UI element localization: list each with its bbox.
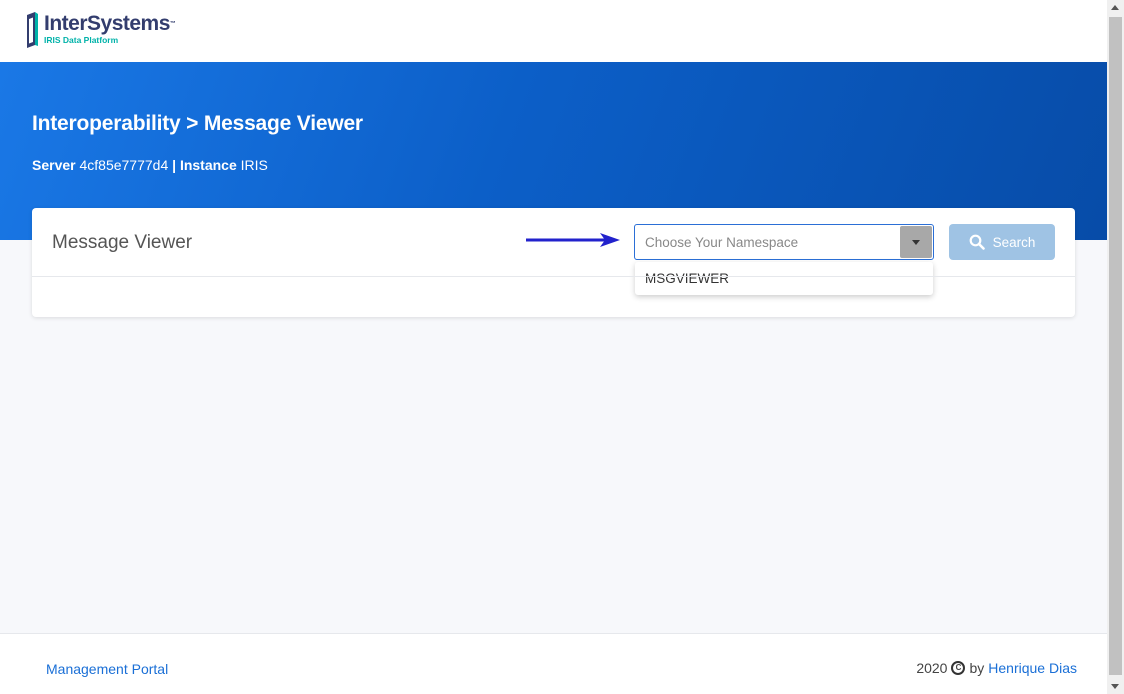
search-button[interactable]: Search: [949, 224, 1055, 260]
card-title: Message Viewer: [52, 232, 193, 253]
instance-value: IRIS: [240, 157, 268, 173]
server-value: 4cf85e7777d4: [79, 157, 169, 173]
namespace-dropdown-menu: MSGVIEWER: [635, 262, 933, 295]
namespace-dropdown-toggle[interactable]: [900, 226, 932, 258]
namespace-select-placeholder: Choose Your Namespace: [645, 235, 799, 250]
logo-subtitle: IRIS Data Platform: [44, 35, 119, 45]
scroll-down-icon[interactable]: [1111, 684, 1119, 689]
separator: |: [172, 157, 177, 173]
footer-credits: 2020 C by Henrique Dias: [916, 660, 1077, 676]
search-icon: [969, 234, 985, 250]
arrow-annotation-icon: [526, 233, 620, 247]
instance-label: Instance: [179, 157, 237, 173]
author-link[interactable]: Henrique Dias: [988, 660, 1077, 676]
logo-name: InterSystems: [44, 12, 170, 35]
message-viewer-card: Message Viewer Choose Your Namespace MSG…: [32, 208, 1075, 317]
chevron-down-icon: [912, 240, 920, 245]
intersystems-logo-icon: [27, 12, 38, 48]
top-bar: InterSystems™ IRIS Data Platform: [0, 0, 1107, 62]
scrollbar-thumb[interactable]: [1109, 17, 1122, 675]
server-label: Server: [32, 157, 76, 173]
intersystems-logo[interactable]: InterSystems™ IRIS Data Platform: [26, 12, 176, 50]
footer: Management Portal 2020 C by Henrique Dia…: [0, 633, 1107, 694]
footer-year: 2020: [916, 660, 948, 676]
namespace-select[interactable]: Choose Your Namespace: [634, 224, 934, 260]
card-divider: [32, 276, 1075, 277]
search-button-label: Search: [992, 234, 1036, 250]
management-portal-link[interactable]: Management Portal: [46, 661, 168, 677]
server-info: Server 4cf85e7777d4 | Instance IRIS: [32, 157, 268, 173]
namespace-option-msgviewer[interactable]: MSGVIEWER: [645, 271, 729, 286]
copyright-icon: C: [951, 661, 966, 675]
page-title: Interoperability > Message Viewer: [32, 112, 363, 135]
footer-by: by: [969, 660, 985, 676]
vertical-scrollbar[interactable]: [1107, 0, 1124, 694]
logo-trademark: ™: [169, 21, 176, 27]
scroll-up-icon[interactable]: [1111, 5, 1119, 10]
